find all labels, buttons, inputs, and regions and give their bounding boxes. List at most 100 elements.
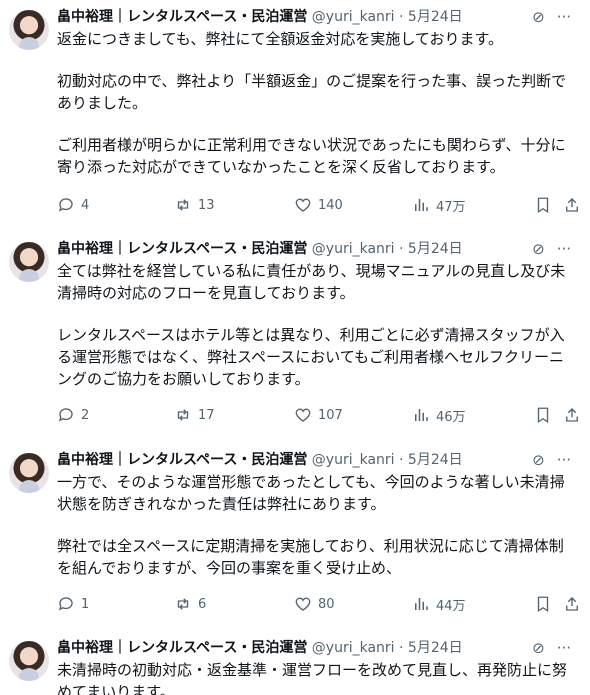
- tweet-paragraph: 全ては弊社を経営している私に責任があり、現場マニュアルの見直し及び未 清掃時の対…: [57, 262, 566, 302]
- reply-count: 1: [81, 596, 90, 612]
- reply-icon: [58, 408, 73, 422]
- like-count: 80: [318, 596, 335, 612]
- avatar[interactable]: [9, 453, 49, 493]
- tweet-text: 全ては弊社を経営している私に責任があり、現場マニュアルの見直し及び未 清掃時の対…: [57, 260, 577, 390]
- avatar[interactable]: [9, 10, 49, 50]
- retweet-icon: [177, 598, 189, 610]
- more-options-icon[interactable]: ···: [557, 7, 571, 27]
- author-name[interactable]: 畠中裕理｜レンタルスペース・民泊運営: [57, 452, 307, 468]
- author-handle[interactable]: @yuri_kanri: [312, 9, 395, 25]
- more-options-icon[interactable]: ···: [557, 239, 571, 259]
- tweet-text: 未清掃時の初動対応・返金基準・運営フローを改めて見直し、再発防止に努 めてまいり…: [57, 659, 577, 695]
- author-name[interactable]: 畠中裕理｜レンタルスペース・民泊運営: [57, 640, 307, 656]
- views-button[interactable]: 44万: [412, 594, 466, 614]
- like-button[interactable]: 140: [294, 195, 343, 215]
- tweet[interactable]: 畠中裕理｜レンタルスペース・民泊運営 @yuri_kanri · 5月24日 ⊘…: [0, 443, 590, 621]
- bookmark-icon: [537, 596, 549, 613]
- tweet-paragraph: 一方で、そのような運営形態であったとしても、今回のような著しい未清掃 状態を防ぎ…: [57, 473, 565, 513]
- reply-count: 4: [81, 197, 90, 213]
- tweet-actions: 2 17 107 46万: [57, 405, 578, 425]
- tweet[interactable]: 畠中裕理｜レンタルスペース・民泊運営 @yuri_kanri · 5月24日 ⊘…: [0, 232, 590, 432]
- author-name[interactable]: 畠中裕理｜レンタルスペース・民泊運営: [57, 241, 307, 257]
- author-handle[interactable]: @yuri_kanri: [312, 452, 395, 468]
- like-count: 107: [318, 407, 343, 423]
- author-handle[interactable]: @yuri_kanri: [312, 640, 395, 656]
- separator-dot: ·: [394, 241, 408, 257]
- bookmark-icon: [537, 407, 549, 424]
- avatar[interactable]: [9, 641, 49, 681]
- tweet-feed: 畠中裕理｜レンタルスペース・民泊運営 @yuri_kanri · 5月24日 ⊘…: [0, 0, 590, 695]
- tweet-text: 返金につきましても、弊社にて全額返金対応を実施しております。 初動対応の中で、弊…: [57, 28, 577, 178]
- tweet-actions: 4 13 140 47万: [57, 195, 578, 215]
- tweet-date[interactable]: 5月24日: [408, 241, 463, 257]
- tweet-paragraph: ご利用者様が明らかに正常利用できない状況であったにも関わらず、十分に 寄り添った…: [57, 136, 566, 176]
- share-icon: [566, 597, 578, 611]
- like-count: 140: [318, 197, 343, 213]
- retweet-icon: [177, 199, 189, 211]
- tweet-header: 畠中裕理｜レンタルスペース・民泊運営 @yuri_kanri · 5月24日 ⊘…: [57, 239, 577, 259]
- reply-button[interactable]: 2: [57, 405, 89, 425]
- bookmark-button[interactable]: [534, 195, 552, 215]
- tweet-date[interactable]: 5月24日: [408, 9, 463, 25]
- grok-icon[interactable]: ⊘: [532, 638, 545, 658]
- tweet-text: 一方で、そのような運営形態であったとしても、今回のような著しい未清掃 状態を防ぎ…: [57, 471, 577, 579]
- share-button[interactable]: [563, 405, 581, 425]
- share-button[interactable]: [563, 195, 581, 215]
- views-button[interactable]: 47万: [412, 195, 466, 215]
- retweet-count: 17: [198, 407, 215, 423]
- tweet-paragraph: 未清掃時の初動対応・返金基準・運営フローを改めて見直し、再発防止に努 めてまいり…: [57, 661, 568, 695]
- grok-icon[interactable]: ⊘: [532, 450, 545, 470]
- like-button[interactable]: 107: [294, 405, 343, 425]
- tweet-paragraph: レンタルスペースはホテル等とは異なり、利用ごとに必ず清掃スタッフが入 る運営形態…: [57, 326, 565, 388]
- heart-icon: [295, 408, 311, 422]
- bookmark-button[interactable]: [534, 594, 552, 614]
- tweet-header: 畠中裕理｜レンタルスペース・民泊運営 @yuri_kanri · 5月24日 ⊘…: [57, 450, 577, 470]
- share-button[interactable]: [563, 594, 581, 614]
- tweet-header: 畠中裕理｜レンタルスペース・民泊運営 @yuri_kanri · 5月24日 ⊘…: [57, 638, 577, 658]
- avatar[interactable]: [9, 242, 49, 282]
- tweet-paragraph: 弊社では全スペースに定期清掃を実施しており、利用状況に応じて清掃体制 を組んでお…: [57, 537, 564, 577]
- tweet-header: 畠中裕理｜レンタルスペース・民泊運営 @yuri_kanri · 5月24日 ⊘…: [57, 7, 577, 27]
- heart-icon: [295, 198, 311, 212]
- heart-icon: [295, 597, 311, 611]
- bookmark-button[interactable]: [534, 405, 552, 425]
- reply-button[interactable]: 4: [57, 195, 89, 215]
- share-icon: [566, 198, 578, 212]
- author-handle[interactable]: @yuri_kanri: [312, 241, 395, 257]
- retweet-button[interactable]: 6: [174, 594, 206, 614]
- tweet-paragraph: 初動対応の中で、弊社より「半額返金」のご提案を行った事、誤った判断で ありました…: [57, 72, 567, 112]
- retweet-count: 6: [198, 596, 207, 612]
- retweet-button[interactable]: 13: [174, 195, 215, 215]
- view-count: 46万: [436, 409, 466, 425]
- tweet[interactable]: 畠中裕理｜レンタルスペース・民泊運営 @yuri_kanri · 5月24日 ⊘…: [0, 631, 590, 695]
- retweet-button[interactable]: 17: [174, 405, 215, 425]
- author-name[interactable]: 畠中裕理｜レンタルスペース・民泊運営: [57, 9, 307, 25]
- bookmark-icon: [537, 197, 549, 214]
- reply-count: 2: [81, 407, 90, 423]
- separator-dot: ·: [394, 452, 408, 468]
- like-button[interactable]: 80: [294, 594, 335, 614]
- tweet-date[interactable]: 5月24日: [408, 452, 463, 468]
- more-options-icon[interactable]: ···: [557, 638, 571, 658]
- grok-icon[interactable]: ⊘: [532, 239, 545, 259]
- views-button[interactable]: 46万: [412, 405, 466, 425]
- reply-button[interactable]: 1: [57, 594, 89, 614]
- tweet[interactable]: 畠中裕理｜レンタルスペース・民泊運営 @yuri_kanri · 5月24日 ⊘…: [0, 0, 590, 222]
- tweet-paragraph: 返金につきましても、弊社にて全額返金対応を実施しております。: [57, 30, 503, 48]
- separator-dot: ·: [394, 640, 408, 656]
- more-options-icon[interactable]: ···: [557, 450, 571, 470]
- analytics-icon: [415, 598, 428, 610]
- reply-icon: [58, 597, 73, 611]
- view-count: 44万: [436, 598, 466, 614]
- retweet-count: 13: [198, 197, 215, 213]
- grok-icon[interactable]: ⊘: [532, 7, 545, 27]
- tweet-actions: 1 6 80 44万: [57, 594, 578, 614]
- separator-dot: ·: [394, 9, 408, 25]
- tweet-date[interactable]: 5月24日: [408, 640, 463, 656]
- reply-icon: [58, 198, 73, 212]
- analytics-icon: [415, 199, 428, 211]
- share-icon: [566, 408, 578, 422]
- view-count: 47万: [436, 199, 466, 215]
- analytics-icon: [415, 409, 428, 421]
- retweet-icon: [177, 409, 189, 421]
